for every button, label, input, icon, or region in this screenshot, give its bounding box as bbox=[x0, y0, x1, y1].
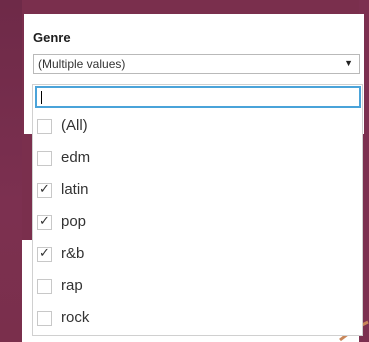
item-label: r&b bbox=[61, 245, 85, 262]
checkbox-pop[interactable]: ✓ bbox=[37, 213, 52, 230]
item-label: rap bbox=[61, 277, 83, 294]
dashboard-background-left bbox=[0, 0, 22, 342]
search-input[interactable] bbox=[35, 86, 361, 108]
item-label: edm bbox=[61, 149, 91, 166]
checkmark-icon: ✓ bbox=[39, 213, 50, 228]
text-cursor bbox=[41, 91, 42, 104]
checkmark-icon: ✓ bbox=[39, 181, 50, 196]
checkmark-icon: ✓ bbox=[39, 245, 50, 260]
checkbox-rap[interactable] bbox=[37, 279, 52, 294]
list-item-pop[interactable]: ✓ pop bbox=[37, 213, 357, 233]
item-label: rock bbox=[61, 309, 90, 326]
list-item-latin[interactable]: ✓ latin bbox=[37, 181, 357, 201]
list-item-rock[interactable]: rock bbox=[37, 309, 357, 329]
item-label: (All) bbox=[61, 117, 88, 134]
item-label: latin bbox=[61, 181, 89, 198]
genre-options-list: (All) edm ✓ latin ✓ pop ✓ r&b rap rock bbox=[32, 84, 363, 336]
list-item-rap[interactable]: rap bbox=[37, 277, 357, 297]
filter-title: Genre bbox=[33, 30, 71, 45]
checkbox-rnb[interactable]: ✓ bbox=[37, 245, 52, 262]
checkbox-latin[interactable]: ✓ bbox=[37, 181, 52, 198]
list-item-all[interactable]: (All) bbox=[37, 117, 357, 137]
checkbox-edm[interactable] bbox=[37, 151, 52, 166]
genre-dropdown[interactable]: (Multiple values) ▼ bbox=[33, 54, 360, 74]
list-item-rnb[interactable]: ✓ r&b bbox=[37, 245, 357, 265]
checkbox-rock[interactable] bbox=[37, 311, 52, 326]
list-item-edm[interactable]: edm bbox=[37, 149, 357, 169]
caret-down-icon[interactable]: ▼ bbox=[344, 58, 353, 68]
dropdown-selected-value: (Multiple values) bbox=[38, 57, 126, 71]
checkbox-all[interactable] bbox=[37, 119, 52, 134]
item-label: pop bbox=[61, 213, 87, 230]
